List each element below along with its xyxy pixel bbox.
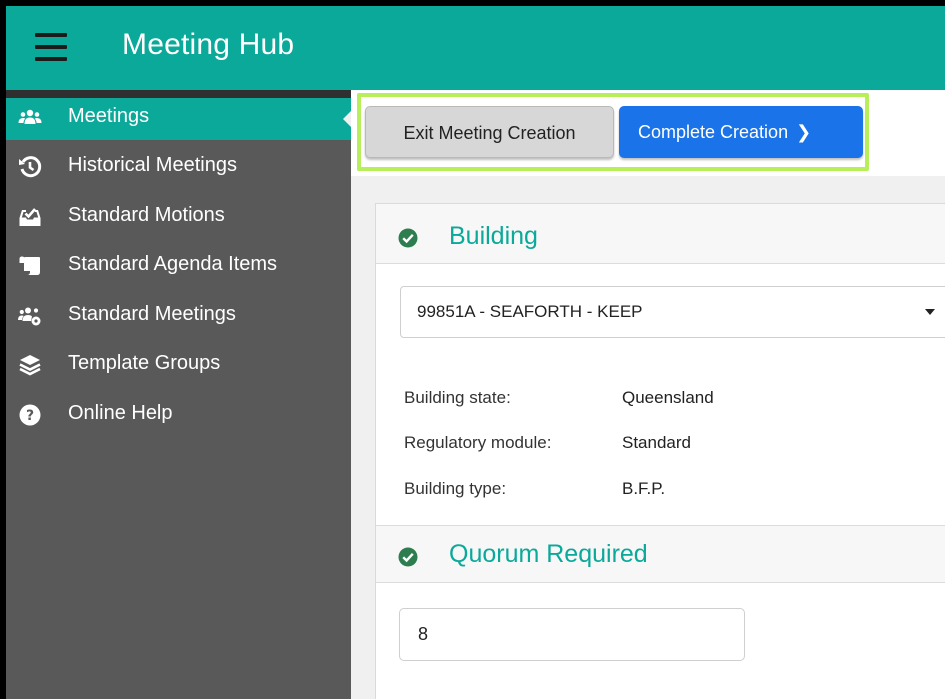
- sidebar-item-label: Online Help: [68, 402, 173, 424]
- layers-icon: [19, 355, 41, 376]
- quorum-input[interactable]: 8: [399, 608, 745, 661]
- sidebar-item-label: Historical Meetings: [68, 154, 237, 176]
- inbox-check-icon: [19, 208, 41, 226]
- sidebar-top-strip: [6, 90, 351, 98]
- building-state-label: Building state:: [404, 388, 511, 407]
- sidebar-item-standard-meetings[interactable]: Standard Meetings: [6, 296, 351, 338]
- svg-text:?: ?: [26, 408, 34, 424]
- building-section-title: Building: [449, 222, 538, 250]
- app-frame: Meeting Hub Meetings Historical Meetings: [6, 6, 945, 699]
- building-select-value: 99851A - SEAFORTH - KEEP: [417, 302, 643, 321]
- active-indicator: [343, 111, 351, 127]
- chevron-right-icon: ❯: [796, 122, 812, 142]
- sidebar-item-label: Standard Motions: [68, 204, 225, 226]
- app-title: Meeting Hub: [122, 28, 295, 61]
- sidebar-item-historical-meetings[interactable]: Historical Meetings: [6, 147, 351, 189]
- complete-creation-button[interactable]: Complete Creation ❯: [619, 106, 863, 158]
- meeting-details-card: Building 99851A - SEAFORTH - KEEP Buildi…: [375, 203, 945, 699]
- building-type-label: Building type:: [404, 479, 507, 498]
- help-circle-icon: ?: [19, 404, 41, 426]
- sidebar-item-standard-motions[interactable]: Standard Motions: [6, 197, 351, 239]
- quorum-section-title: Quorum Required: [449, 540, 648, 568]
- sidebar-item-standard-agenda-items[interactable]: Standard Agenda Items: [6, 246, 351, 288]
- complete-creation-label: Complete Creation: [638, 122, 789, 142]
- sidebar-item-label: Meetings: [68, 105, 150, 127]
- sidebar-item-label: Standard Agenda Items: [68, 253, 278, 275]
- sidebar-item-label: Standard Meetings: [68, 303, 236, 325]
- regulatory-module-label: Regulatory module:: [404, 433, 552, 452]
- sidebar-item-template-groups[interactable]: Template Groups: [6, 345, 351, 387]
- quorum-section-header: Quorum Required: [376, 525, 945, 583]
- regulatory-module-value: Standard: [622, 433, 691, 452]
- users-icon: [18, 109, 42, 124]
- sidebar-item-meetings[interactable]: Meetings: [6, 98, 351, 140]
- sidebar-item-online-help[interactable]: ? Online Help: [6, 395, 351, 437]
- sidebar: Meetings Historical Meetings Standard Mo…: [6, 90, 351, 699]
- sidebar-item-label: Template Groups: [68, 352, 221, 374]
- building-type-value: B.F.P.: [622, 479, 666, 498]
- building-state-value: Queensland: [622, 388, 714, 407]
- users-cog-icon: [18, 307, 41, 326]
- building-section-header: Building: [376, 204, 945, 264]
- history-icon: [19, 156, 42, 178]
- check-circle-icon: [398, 547, 418, 567]
- app-header: Meeting Hub: [6, 6, 945, 90]
- hamburger-menu-icon[interactable]: [35, 33, 67, 63]
- building-select[interactable]: 99851A - SEAFORTH - KEEP: [400, 286, 945, 338]
- caret-down-icon: [925, 309, 935, 315]
- scroll-icon: [19, 256, 40, 275]
- exit-meeting-creation-button[interactable]: Exit Meeting Creation: [365, 106, 614, 158]
- check-circle-icon: [398, 228, 418, 248]
